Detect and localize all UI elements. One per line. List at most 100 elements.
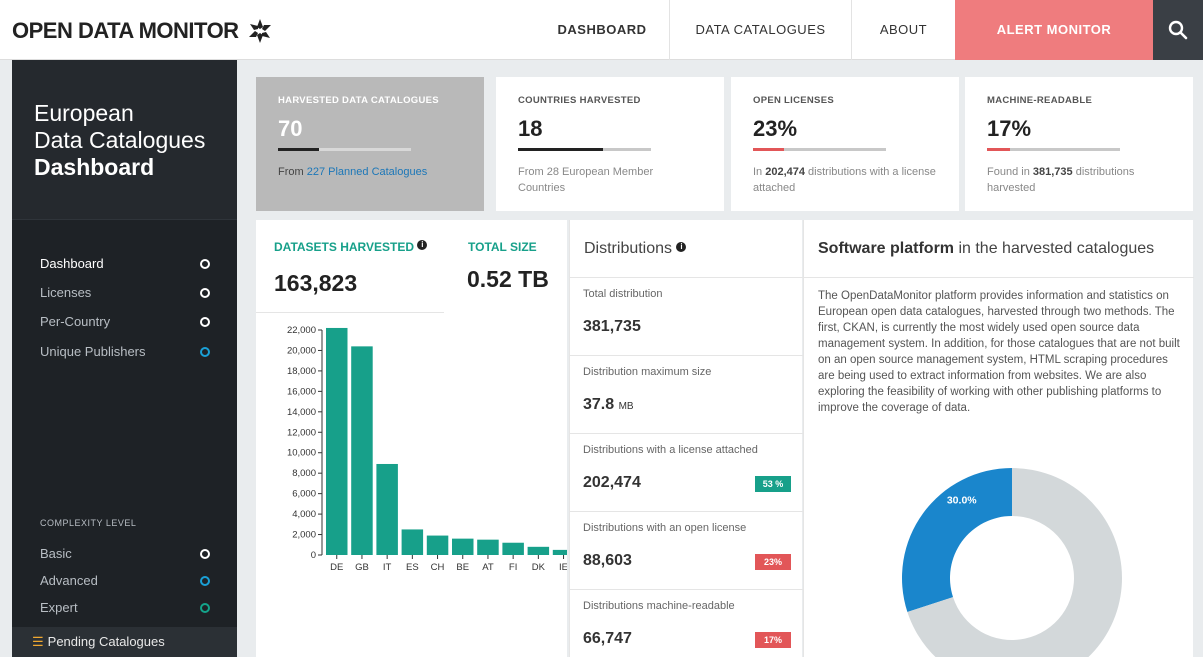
x-tick-label: IE [559,562,567,573]
sidebar-item-per-country[interactable]: Per-Country [40,312,210,332]
x-tick-label: IT [383,562,392,573]
search-button[interactable] [1153,0,1203,60]
donut-slice-0[interactable] [902,468,1012,612]
nav-about[interactable]: ABOUT [852,0,955,60]
progress-fill [518,148,604,151]
bar-fi[interactable] [502,542,524,555]
bar-be[interactable] [452,538,474,555]
site-logo[interactable]: OPEN DATA MONITOR [12,16,275,46]
software-platform-title: Software platform in the harvested catal… [818,240,1155,257]
datasets-harvested-value: 163,823 [274,270,358,296]
datasets-harvested-label: DATASETS HARVESTED i [274,240,428,254]
x-tick-label: AT [482,562,494,573]
distributions-title: Distributions i [584,240,687,258]
x-tick-label: GB [355,562,369,573]
radio-icon [200,347,210,357]
sidebar-title: European Data Catalogues Dashboard [34,100,206,180]
progress-bar [987,148,1120,151]
y-tick-label: 20,000 [287,345,316,356]
percent-badge: 53 % [755,476,791,492]
radio-icon [200,288,210,298]
y-tick-label: 16,000 [287,386,316,397]
bar-gb[interactable] [351,346,373,555]
y-tick-label: 2,000 [292,530,316,541]
bar-es[interactable] [401,529,424,555]
bar-ie[interactable] [552,549,567,555]
donut-label: 30.0% [947,494,977,506]
dist-row-machine-readable: Distributions machine-readable 66,747 17… [570,589,803,657]
progress-fill [987,148,1010,151]
card-machine-readable[interactable]: MACHINE-READABLE 17% Found in 381,735 di… [965,77,1193,211]
radio-icon [200,317,210,327]
radio-icon [200,259,210,269]
nav-dashboard[interactable]: DASHBOARD [535,0,670,60]
total-size-value: 0.52 TB [467,266,549,292]
progress-fill [753,148,784,151]
dist-row-total: Total distribution 381,735 [570,277,803,355]
percent-badge: 23% [755,554,791,570]
bar-de[interactable] [326,327,348,555]
y-tick-label: 4,000 [292,509,316,520]
bar-at[interactable] [477,539,499,555]
x-tick-label: ES [406,562,419,573]
radio-icon [200,549,210,559]
y-tick-label: 0 [311,550,316,561]
nav-alert-monitor[interactable]: ALERT MONITOR [955,0,1153,60]
datasets-panel: DATASETS HARVESTED i 163,823 TOTAL SIZE … [256,220,567,657]
sidebar-header: European Data Catalogues Dashboard [12,60,237,220]
info-icon[interactable]: i [417,240,428,250]
distributions-panel: Distributions i Total distribution 381,7… [569,220,803,657]
radio-icon [200,576,210,586]
stack-icon: ☰ [32,634,44,649]
sidebar-item-dashboard[interactable]: Dashboard [40,254,210,274]
radio-icon [200,603,210,613]
x-tick-label: CH [431,562,445,573]
software-platform-description: The OpenDataMonitor platform provides in… [818,290,1180,414]
progress-bar [278,148,411,151]
y-tick-label: 8,000 [292,468,316,479]
percent-badge: 17% [755,632,791,648]
x-tick-label: DK [532,562,546,573]
total-size-label: TOTAL SIZE [468,240,537,254]
software-platform-panel: Software platform in the harvested catal… [803,220,1194,657]
logo-text: OPEN DATA MONITOR [12,18,239,43]
x-tick-label: BE [456,562,469,573]
bar-dk[interactable] [527,546,550,555]
top-nav: OPEN DATA MONITOR DASHBOARD DATA CATALOG… [0,0,1203,60]
card-harvested-catalogues[interactable]: HARVESTED DATA CATALOGUES 70 From 227 Pl… [256,77,484,211]
complexity-advanced[interactable]: Advanced [40,571,210,591]
progress-bar [753,148,886,151]
bar-it[interactable] [376,463,398,555]
dist-row-open-license: Distributions with an open license 88,60… [570,511,803,589]
pending-catalogues-link[interactable]: ☰ Pending Catalogues [12,627,237,657]
progress-fill [278,148,320,151]
bar-ch[interactable] [426,535,449,555]
logo-mark-icon [248,19,271,43]
planned-catalogues-link[interactable]: 227 Planned Catalogues [307,166,427,178]
y-tick-label: 18,000 [287,366,316,377]
y-tick-label: 12,000 [287,427,316,438]
dist-row-license-attached: Distributions with a license attached 20… [570,433,803,511]
divider [256,312,444,313]
software-platform-donut-chart: 30.0%70.0% [902,468,1122,657]
search-icon [1168,20,1188,40]
y-tick-label: 22,000 [287,325,316,336]
nav-data-catalogues[interactable]: DATA CATALOGUES [670,0,852,60]
y-tick-label: 6,000 [292,489,316,500]
sidebar: European Data Catalogues Dashboard Dashb… [12,60,237,657]
divider [804,277,1194,278]
x-tick-label: FI [509,562,517,573]
progress-bar [518,148,651,151]
y-tick-label: 10,000 [287,448,316,459]
complexity-expert[interactable]: Expert [40,598,210,618]
card-open-licenses[interactable]: OPEN LICENSES 23% In 202,474 distributio… [731,77,959,211]
info-icon[interactable]: i [676,242,687,252]
x-tick-label: DE [330,562,343,573]
sidebar-item-licenses[interactable]: Licenses [40,283,210,303]
complexity-level-caption: COMPLEXITY LEVEL [40,518,137,528]
dist-row-max-size: Distribution maximum size 37.8 MB [570,355,803,433]
y-tick-label: 14,000 [287,407,316,418]
card-countries-harvested[interactable]: COUNTRIES HARVESTED 18 From 28 European … [496,77,724,211]
sidebar-item-unique-publishers[interactable]: Unique Publishers [40,342,210,362]
complexity-basic[interactable]: Basic [40,544,210,564]
